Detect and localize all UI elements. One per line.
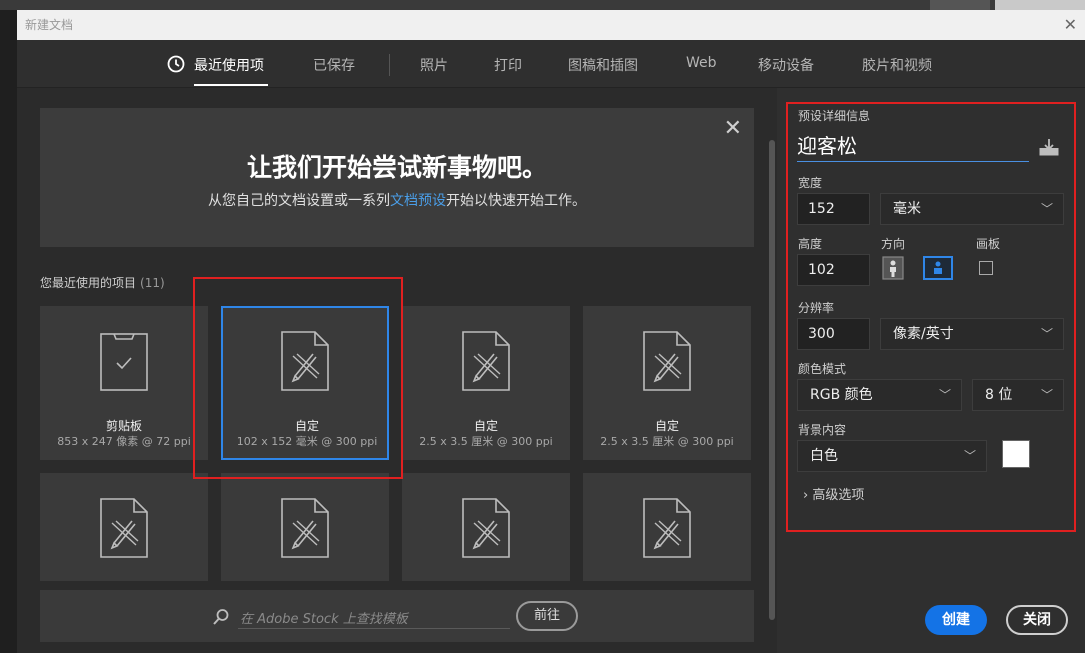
advanced-options-toggle[interactable]: › 高级选项 [803,484,864,503]
resolution-label: 分辨率 [798,301,835,315]
recent-item-card[interactable] [40,473,208,581]
window-title: 新建文档 [25,18,74,32]
recent-item-name: 自定 [294,419,319,433]
recent-items-title: 您最近使用的项目 [40,276,137,290]
clipboard-icon [100,333,148,391]
save-preset-icon[interactable] [1038,136,1060,158]
document-pencil-icon [643,331,691,391]
background-app-edge [0,10,17,653]
width-unit-value: 毫米 [893,201,921,217]
banner-text-after: 开始以快速开始工作。 [446,193,586,209]
document-pencil-icon [462,498,510,558]
welcome-banner: ✕ 让我们开始尝试新事物吧。 从您自己的文档设置或一系列文档预设开始以快速开始工… [40,108,754,247]
search-icon [213,609,229,625]
tab-saved[interactable]: 已保存 [313,55,355,75]
close-button[interactable]: 关闭 [1006,605,1068,635]
color-mode-value: RGB 颜色 [810,387,873,403]
create-button[interactable]: 创建 [925,605,987,635]
recent-items-count: (11) [140,276,165,290]
background-contents-value: 白色 [810,448,838,464]
recent-item-name: 自定 [473,419,498,433]
recent-items-label: 您最近使用的项目 (11) [40,274,165,291]
recent-item-card[interactable]: 剪贴板 853 x 247 像素 @ 72 ppi [40,306,208,460]
preset-name-field[interactable]: 迎客松 [797,132,1029,162]
banner-text: 从您自己的文档设置或一系列文档预设开始以快速开始工作。 [40,190,754,210]
document-presets-link[interactable]: 文档预设 [390,193,446,209]
window-titlebar: 新建文档 ✕ [17,10,1085,40]
recent-item-card[interactable] [221,473,389,581]
window-close-icon[interactable]: ✕ [1064,10,1077,40]
active-tab-underline [194,84,268,86]
recent-item-card[interactable] [583,473,751,581]
banner-heading: 让我们开始尝试新事物吧。 [246,153,547,182]
document-pencil-icon [281,498,329,558]
preset-details-panel: 预设详细信息 迎客松 宽度 152 毫米 ﹀ 高度 102 方向 画板 分辨率 … [777,88,1085,653]
banner-text-before: 从您自己的文档设置或一系列 [208,193,390,209]
height-input[interactable]: 102 [797,254,870,286]
recent-item-meta: 2.5 x 3.5 厘米 @ 300 ppi [600,435,734,448]
recent-item-meta: 102 x 152 毫米 @ 300 ppi [236,435,378,448]
recent-item-card-selected[interactable]: 自定 102 x 152 毫米 @ 300 ppi [221,306,389,460]
bit-depth-value: 8 位 [985,387,1013,403]
orientation-label: 方向 [881,237,906,251]
height-label: 高度 [798,237,823,251]
color-mode-label: 颜色模式 [798,362,847,376]
width-unit-select[interactable]: 毫米 ﹀ [880,193,1064,225]
stock-search-bar: 在 Adobe Stock 上查找模板 前往 [40,590,754,642]
tab-recent[interactable]: 最近使用项 [194,55,264,75]
chevron-down-icon: ﹀ [1040,202,1053,216]
recent-item-card[interactable]: 自定 2.5 x 3.5 厘米 @ 300 ppi [583,306,751,460]
width-label: 宽度 [798,176,823,190]
document-pencil-icon [100,498,148,558]
chevron-down-icon: ﹀ [963,449,976,463]
artboard-label: 画板 [976,237,1001,251]
tab-photo[interactable]: 照片 [420,55,448,75]
tab-film-video[interactable]: 胶片和视频 [862,55,932,75]
resolution-unit-value: 像素/英寸 [893,326,954,342]
tab-art-illustration[interactable]: 图稿和插图 [568,55,638,75]
recent-items-scrollbar[interactable] [769,140,775,620]
tab-mobile[interactable]: 移动设备 [758,55,814,75]
banner-close-icon[interactable]: ✕ [724,116,742,141]
stock-search-input[interactable]: 在 Adobe Stock 上查找模板 [238,605,510,629]
document-pencil-icon [462,331,510,391]
left-panel: ✕ 让我们开始尝试新事物吧。 从您自己的文档设置或一系列文档预设开始以快速开始工… [17,88,777,653]
background-app-region [995,0,1085,10]
preset-details-label: 预设详细信息 [798,109,871,123]
bit-depth-select[interactable]: 8 位 ﹀ [972,379,1064,411]
preset-category-tabs: 最近使用项 已保存 照片 打印 图稿和插图 Web 移动设备 胶片和视频 [17,40,1085,88]
color-mode-select[interactable]: RGB 颜色 ﹀ [797,379,962,411]
clock-icon [167,55,185,73]
recent-item-card[interactable]: 自定 2.5 x 3.5 厘米 @ 300 ppi [402,306,570,460]
recent-item-meta: 2.5 x 3.5 厘米 @ 300 ppi [419,435,553,448]
tab-print[interactable]: 打印 [494,55,522,75]
background-contents-select[interactable]: 白色 ﹀ [797,440,987,472]
chevron-down-icon: ﹀ [938,388,951,402]
recent-item-card[interactable] [402,473,570,581]
chevron-down-icon: ﹀ [1040,327,1053,341]
background-app-region [930,0,990,10]
advanced-options-label: 高级选项 [812,488,865,503]
recent-item-meta: 853 x 247 像素 @ 72 ppi [57,435,191,448]
resolution-unit-select[interactable]: 像素/英寸 ﹀ [880,318,1064,350]
chevron-right-icon: › [803,488,809,503]
recent-item-name: 自定 [654,419,679,433]
background-label: 背景内容 [798,423,847,437]
chevron-down-icon: ﹀ [1040,388,1053,402]
new-document-dialog: 最近使用项 已保存 照片 打印 图稿和插图 Web 移动设备 胶片和视频 ✕ 让… [17,40,1085,653]
recent-item-name: 剪贴板 [105,419,142,433]
background-color-swatch[interactable] [1002,440,1030,468]
document-pencil-icon [643,498,691,558]
portrait-orientation-icon[interactable] [881,256,905,280]
stock-search-go-button[interactable]: 前往 [516,601,578,631]
document-pencil-icon [281,331,329,391]
tab-web[interactable]: Web [686,55,717,71]
artboard-checkbox[interactable] [979,261,993,275]
tab-divider [389,54,390,76]
landscape-orientation-icon[interactable] [923,256,953,280]
resolution-input[interactable]: 300 [797,318,870,350]
width-input[interactable]: 152 [797,193,870,225]
background-app-strip [0,0,1085,10]
